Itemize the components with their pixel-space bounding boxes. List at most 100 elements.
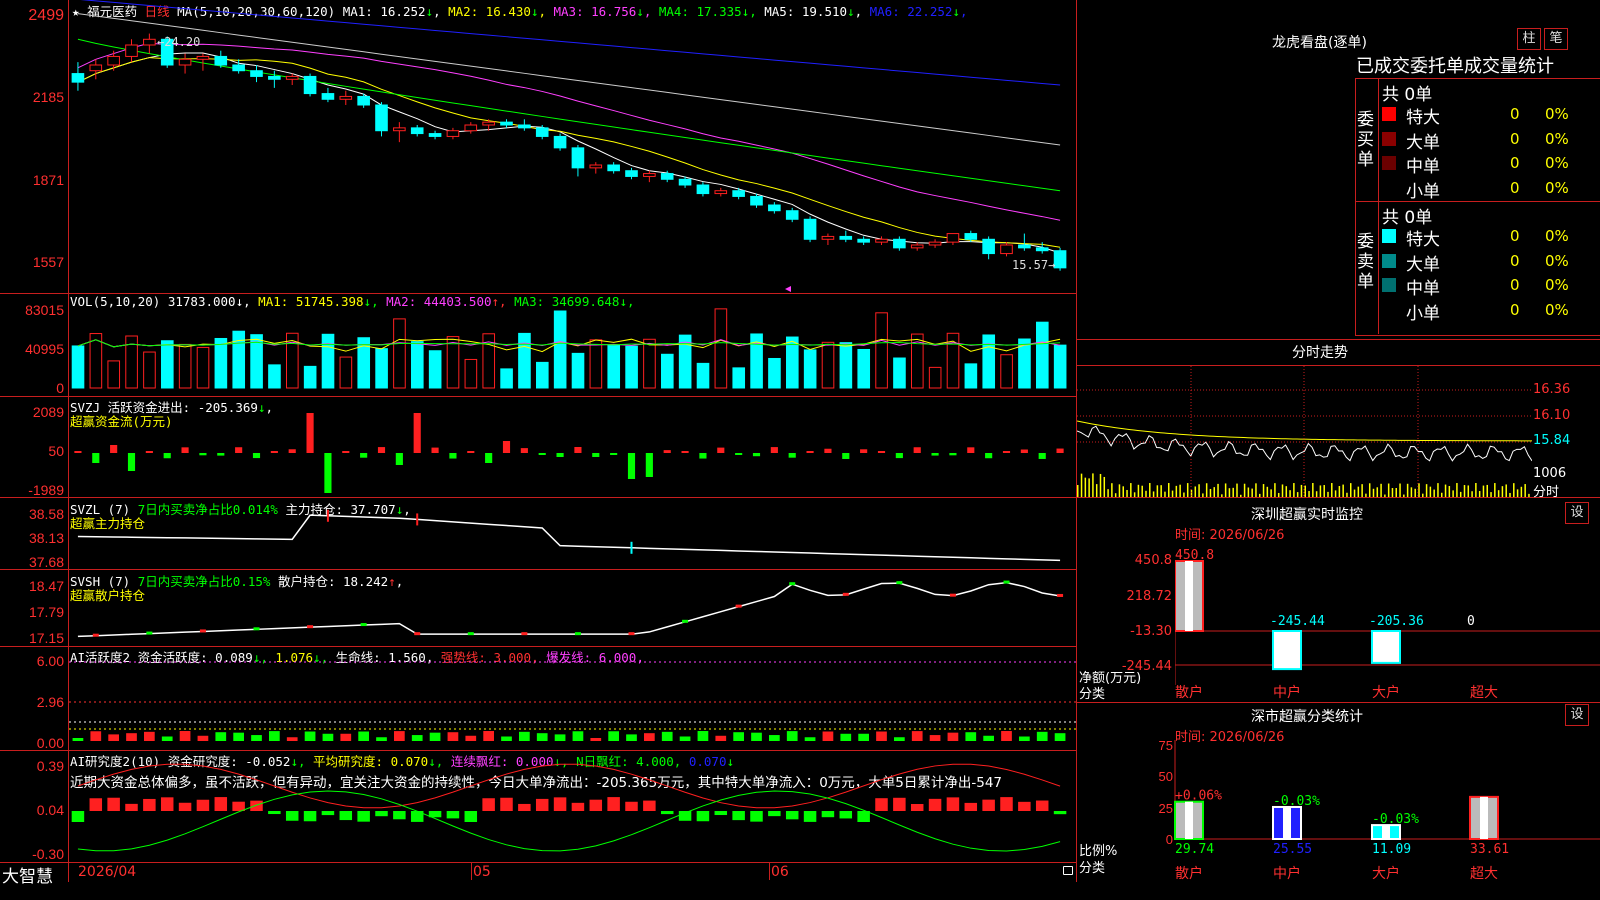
- volume-bar: [928, 366, 942, 389]
- intraday-vol-bar: [1327, 491, 1329, 497]
- volume-bar: [536, 361, 549, 389]
- research-bar: [1053, 811, 1067, 815]
- intraday-vol-bar: [1149, 483, 1151, 497]
- candle-body: [768, 204, 781, 212]
- candlestick-chart[interactable]: ←24.20 15.57→: [69, 0, 1076, 293]
- flow-bar: [110, 445, 118, 453]
- activity-bar: [590, 737, 602, 741]
- stroke-view-button[interactable]: 笔: [1544, 28, 1568, 50]
- volume-chart[interactable]: [69, 294, 1076, 396]
- column-view-button[interactable]: 柱: [1517, 28, 1541, 50]
- order-count: 0: [1510, 129, 1520, 148]
- volume-bar: [571, 352, 585, 389]
- activity-bar: [1019, 736, 1030, 741]
- candle-body: [393, 127, 406, 132]
- intraday-vol-bar: [1209, 488, 1212, 497]
- cls-tick: 25: [1159, 801, 1173, 816]
- sz-settings-button[interactable]: 设: [1565, 502, 1589, 524]
- price-tick: 1871: [32, 172, 64, 188]
- research-bar: [339, 811, 353, 821]
- intraday-vol-bar: [1084, 477, 1087, 497]
- retail-holding-chart[interactable]: [69, 570, 1076, 646]
- date-label: 05: [473, 864, 491, 880]
- intraday-vol-bar: [1130, 483, 1132, 497]
- volume-bar: [411, 341, 424, 389]
- capital-flow-chart[interactable]: [69, 397, 1076, 497]
- candle-body: [125, 44, 138, 57]
- candle-body: [785, 210, 799, 220]
- intraday-vol-bar: [1319, 485, 1322, 497]
- intraday-vol-bar: [1137, 484, 1140, 497]
- order-stat-row: 大单 0 0%: [1382, 128, 1600, 153]
- intraday-vol-bar: [1243, 483, 1246, 497]
- candle-body: [339, 95, 353, 100]
- intraday-vol-bar: [1194, 486, 1197, 497]
- main-force-holding-chart[interactable]: [69, 498, 1076, 569]
- order-size-name: 大单: [1406, 132, 1440, 153]
- svzj-tick: -1989: [28, 482, 64, 498]
- research-bar: [232, 801, 245, 811]
- volume-bar: [893, 357, 906, 389]
- intraday-tick: 16.36: [1533, 382, 1571, 397]
- research-bar: [321, 811, 335, 816]
- svzl-tick: 38.13: [28, 530, 64, 546]
- cls-ratio-bar-chart[interactable]: 75 50 25 0 +0.06% 29.74 散户 -0.03% 25.55 中户 -0.03% 1…: [1137, 740, 1600, 900]
- holding-tick: [416, 513, 419, 526]
- flow-bar: [288, 449, 296, 453]
- activity-bar: [804, 737, 816, 741]
- ai-activity-chart[interactable]: [69, 647, 1076, 750]
- flow-bar: [395, 453, 403, 465]
- intraday-vol-tick: 1006: [1533, 466, 1567, 481]
- candle-body: [1018, 244, 1031, 249]
- intraday-vol-bar: [1524, 484, 1526, 497]
- volume-bar: [839, 342, 853, 389]
- research-bar: [803, 811, 817, 822]
- flow-bar: [485, 453, 493, 463]
- research-bar: [643, 800, 656, 811]
- intraday-vol-bar: [1080, 473, 1083, 497]
- flow-bar: [74, 451, 82, 453]
- intraday-vol-bar: [1437, 483, 1439, 497]
- candle-body: [500, 121, 513, 126]
- order-count: 0: [1510, 154, 1520, 172]
- right-panel: 龙虎看盘(逐单) 柱 笔 已成交委托单成交量统计 委买单 委卖单 共 0单 共 …: [1077, 0, 1600, 900]
- intraday-vol-bar: [1456, 483, 1458, 497]
- intraday-vol-bar: [1444, 484, 1447, 497]
- candle-body: [285, 75, 299, 80]
- lock-icon[interactable]: [1063, 866, 1073, 875]
- sz-bar-value: -245.44: [1270, 614, 1325, 629]
- cls-xlabel: 分类: [1079, 861, 1106, 876]
- candle-body: [910, 244, 924, 249]
- ai-research-chart[interactable]: [69, 751, 1076, 862]
- activity-bar: [90, 731, 102, 741]
- flow-bar: [895, 453, 903, 459]
- activity-bar: [929, 735, 941, 741]
- ma-line-6: [80, 0, 1061, 86]
- order-stat-row: 中单 0 0%: [1382, 274, 1600, 299]
- intraday-vol-bar: [1198, 484, 1200, 497]
- intraday-vol-bar: [1179, 484, 1181, 497]
- intraday-vol-bar: [1429, 486, 1432, 497]
- volume-bar: [196, 346, 210, 389]
- cls-tick: 50: [1159, 769, 1173, 784]
- research-bar: [143, 798, 156, 811]
- candle-body: [821, 235, 835, 240]
- retail-marker: [521, 632, 528, 636]
- sz-net-bar-chart[interactable]: 450.8 散户 -245.44 中户 -205.36 大户 0 超大: [1175, 545, 1600, 700]
- research-bar: [660, 811, 674, 815]
- order-count: 0: [1510, 251, 1520, 270]
- intraday-vol-bar: [1528, 493, 1530, 497]
- flow-bar: [699, 453, 707, 459]
- research-bar: [357, 811, 370, 822]
- research-bar: [714, 811, 728, 816]
- cls-bar-shine: [1382, 825, 1390, 839]
- sz-bar-value: 0: [1467, 614, 1475, 629]
- cls-settings-button[interactable]: 设: [1565, 704, 1589, 726]
- intraday-vol-bar: [1482, 485, 1485, 497]
- main-chart-area[interactable]: ★ 福元医药 日线 MA(5,10,20,30,60,120) MA1: 16.…: [0, 0, 1077, 900]
- intraday-chart[interactable]: [1077, 366, 1532, 497]
- candle-body: [732, 190, 745, 197]
- order-size-name: 中单: [1406, 157, 1440, 177]
- intraday-vol-bar: [1478, 491, 1481, 497]
- intraday-vol-bar: [1315, 491, 1318, 497]
